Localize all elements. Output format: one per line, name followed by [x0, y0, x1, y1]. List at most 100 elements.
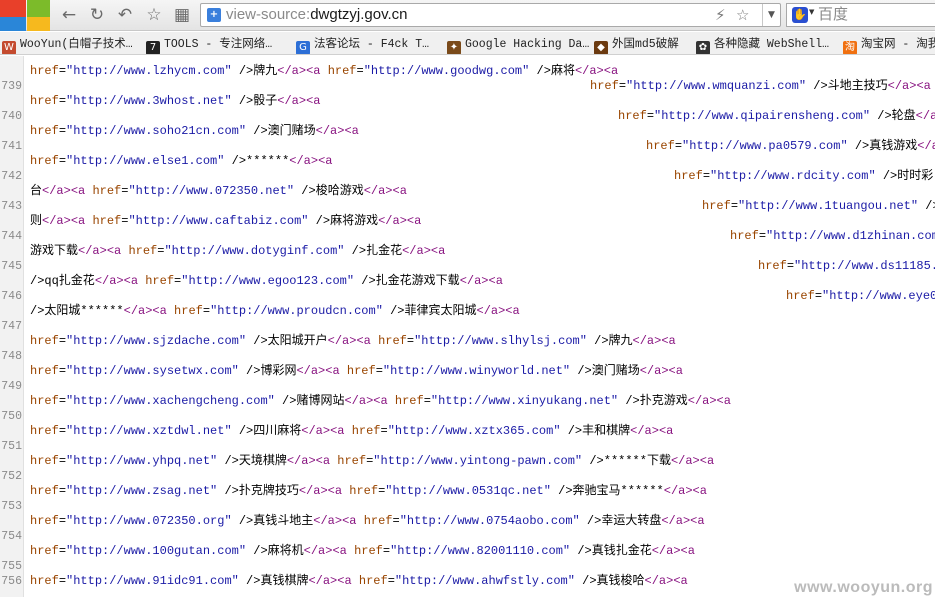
source-token-txt: />扎金花游戏下载	[354, 274, 460, 288]
source-token-txt: />赌博网站	[274, 394, 345, 408]
source-token-val[interactable]: "http://www.wmquanzi.com"	[626, 79, 806, 93]
apps-button[interactable]: ▦	[171, 4, 193, 26]
source-view: 739 href="http://www.lzhycm.com" />牌九</a>…	[0, 56, 935, 597]
source-token-txt: =	[380, 424, 388, 438]
search-engine-dropdown-icon[interactable]: ▼	[809, 8, 814, 16]
paw-icon[interactable]: ✋	[792, 7, 808, 23]
source-token-attr: href	[378, 334, 407, 348]
address-bar[interactable]: + view-source:dwgtzyj.gov.cn ⚡ ☆ ▼	[200, 3, 781, 27]
refresh-button[interactable]: ↻	[86, 4, 108, 26]
source-token-val[interactable]: "http://www.lzhycm.com"	[66, 64, 232, 78]
bookmark-item[interactable]: ◆ 外国md5破解	[594, 36, 679, 54]
source-token-val[interactable]: "http://www.slhylsj.com"	[414, 334, 587, 348]
back-button[interactable]: ←	[58, 4, 80, 26]
logo-blue-quadrant	[0, 17, 26, 31]
source-token-txt: =	[58, 484, 67, 498]
url-text[interactable]: view-source:dwgtzyj.gov.cn	[226, 6, 407, 24]
source-token-txt: />牌九	[586, 334, 633, 348]
source-token-val[interactable]: "http://www.caftabiz.com"	[128, 214, 308, 228]
source-token-tag: </a><a	[303, 544, 347, 558]
source-token-val[interactable]: "http://www.xztdwl.net"	[66, 424, 232, 438]
source-token-tag: </a><a	[296, 364, 340, 378]
source-token-val[interactable]: "http://www.zsag.net"	[66, 484, 217, 498]
bookmark-item[interactable]: 7 TOOLS - 专注网络…	[146, 36, 272, 54]
source-token-val[interactable]: "http://www.pa0579.com"	[682, 139, 848, 153]
source-token-attr: href	[674, 169, 703, 183]
source-token-val[interactable]: "http://www.qipairensheng.com"	[654, 109, 870, 123]
source-token-val[interactable]: "http://www.0754aobo.com"	[400, 514, 580, 528]
source-token-val[interactable]: "http://www.winyworld.net"	[383, 364, 570, 378]
source-token-txt	[371, 334, 378, 348]
source-token-val[interactable]: "http://www.sjzdache.com"	[66, 334, 246, 348]
source-token-txt: =	[202, 304, 211, 318]
source-token-val[interactable]: "http://www.ds11185.c	[794, 259, 935, 273]
lightning-icon[interactable]: ⚡	[715, 5, 726, 25]
source-token-val[interactable]: "http://www.82001110.com"	[390, 544, 570, 558]
source-token-val[interactable]: "http://www.soho21cn.com"	[66, 124, 246, 138]
source-token-val[interactable]: "http://www.91idc91.com"	[66, 574, 239, 588]
source-token-val[interactable]: "http://www.072350.net"	[128, 184, 294, 198]
source-token-val[interactable]: "http://www.ahwfstly.com"	[395, 574, 575, 588]
source-token-val[interactable]: "http://www.1tuangou.net"	[738, 199, 918, 213]
source-token-txt: =	[786, 259, 795, 273]
source-token-val[interactable]: "http://www.yintong-pawn.com"	[373, 454, 582, 468]
bookmark-item[interactable]: ✿ 各种隐藏 WebShell…	[696, 36, 829, 54]
source-token-txt: />奔驰宝马******	[550, 484, 664, 498]
chevron-down-icon[interactable]: ▼	[762, 4, 780, 26]
source-token-val[interactable]: "http://www.0531qc.net"	[385, 484, 551, 498]
source-token-tag: </a><a	[651, 544, 695, 558]
source-line: href="http://www.pa0579.com" />真钱游戏</a><…	[646, 139, 935, 154]
source-token-txt: />轮盘	[870, 109, 916, 123]
source-token-val[interactable]: "http://www.yhpq.net"	[66, 454, 217, 468]
source-token-txt: />******	[224, 154, 290, 168]
source-token-val[interactable]: "http://www.rdcity.com"	[710, 169, 876, 183]
source-token-val[interactable]: "http://www.egoo123.com"	[181, 274, 354, 288]
source-token-tag: </a><a	[574, 64, 619, 78]
source-line: href="http://www.xachengcheng.com" />赌博网…	[30, 394, 731, 409]
bookmark-star-icon[interactable]: ☆	[736, 5, 749, 25]
source-token-val[interactable]: "http://www.else1.com"	[66, 154, 224, 168]
favorite-button[interactable]: ☆	[143, 4, 165, 26]
source-token-val[interactable]: "http://www.proudcn.com"	[210, 304, 383, 318]
source-token-txt: />澳门赌场	[246, 124, 316, 138]
source-line: href="http://www.lzhycm.com" />牌九</a><a …	[30, 64, 618, 79]
source-token-txt	[347, 544, 354, 558]
bookmark-item[interactable]: G 法客论坛 - F4ck T…	[296, 36, 429, 54]
source-token-tag: </a><a	[663, 484, 707, 498]
source-token-val[interactable]: "http://www.xinyukang.net"	[431, 394, 618, 408]
source-line: 游戏下载</a><a href="http://www.dotyginf.com…	[30, 244, 445, 259]
source-line: href="http://www.sjzdache.com" />太阳城开户</…	[30, 334, 676, 349]
source-token-tag: </a><a	[639, 364, 683, 378]
source-token-txt: =	[58, 574, 67, 588]
source-line: href="http://www.yhpq.net" />天境棋牌</a><a …	[30, 454, 714, 469]
source-token-val[interactable]: "http://www.sysetwx.com"	[66, 364, 239, 378]
source-token-val[interactable]: "http://www.d1zhinan.com"	[766, 229, 935, 243]
source-token-val[interactable]: "http://www.dotyginf.com"	[164, 244, 344, 258]
line-number: 749	[1, 380, 22, 393]
source-token-tag: </a><a	[42, 184, 86, 198]
bookmark-item[interactable]: W WooYun(白帽子技术…	[2, 36, 133, 54]
source-line: href="http://www.91idc91.com" />真钱棋牌</a>…	[30, 574, 688, 589]
source-token-attr: href	[30, 574, 59, 588]
search-box[interactable]: ✋ ▼ 百度	[786, 3, 935, 27]
bookmark-label: WooYun(白帽子技术…	[20, 38, 133, 51]
source-token-val[interactable]: "http://www.xachengcheng.com"	[66, 394, 275, 408]
line-number: 746	[1, 290, 22, 303]
undo-button[interactable]: ↶	[114, 4, 136, 26]
source-token-val[interactable]: "http://www.xztx365.com"	[388, 424, 561, 438]
source-token-val[interactable]: "http://www.072350.org"	[66, 514, 232, 528]
source-token-txt: =	[58, 334, 67, 348]
shield-icon: +	[207, 8, 221, 22]
logo-red-quadrant	[0, 0, 26, 17]
source-token-val[interactable]: "http://www.goodwg.com"	[364, 64, 530, 78]
bookmarks-bar: W WooYun(白帽子技术… 7 TOOLS - 专注网络… G 法客论坛 - F4ck…	[0, 32, 935, 55]
source-token-attr: href	[145, 274, 175, 288]
line-number: 742	[1, 170, 22, 183]
source-token-val[interactable]: "http://www.3whost.net"	[66, 94, 232, 108]
source-token-val[interactable]: "http://www.eye0	[822, 289, 935, 303]
bookmark-item[interactable]: ✦ Google Hacking Da…	[447, 36, 589, 54]
bookmark-item[interactable]: 淘淘宝网 - 淘我喜	[843, 36, 935, 54]
source-token-attr: href	[354, 544, 383, 558]
line-number: 755	[1, 560, 22, 573]
source-token-val[interactable]: "http://www.100gutan.com"	[66, 544, 246, 558]
